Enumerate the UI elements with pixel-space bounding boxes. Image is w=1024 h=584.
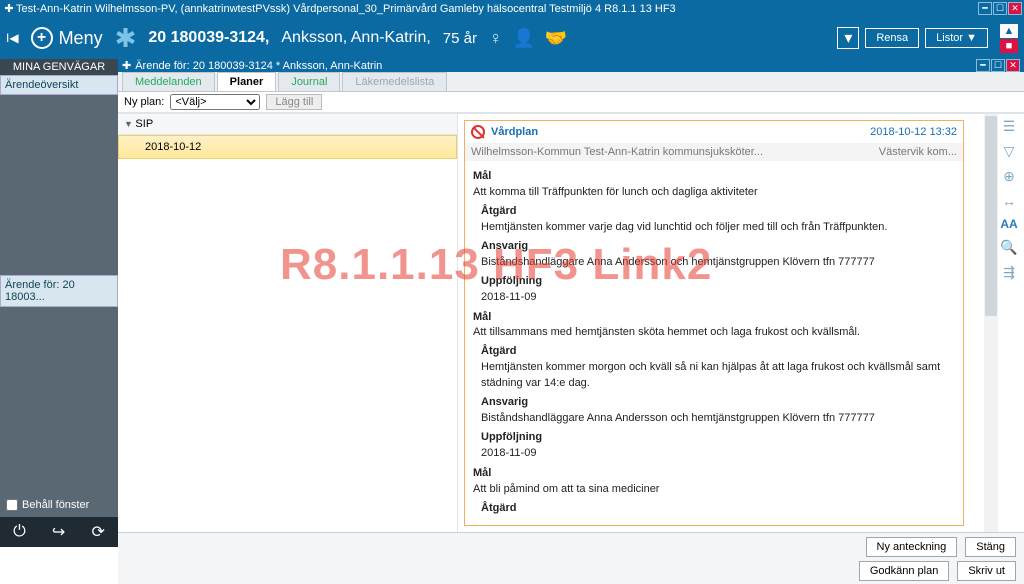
list-icon[interactable]: ☰ — [1003, 118, 1016, 135]
refresh-icon[interactable]: ⟳ — [91, 522, 104, 542]
footer-buttons: Ny anteckning Stäng Godkänn plan Skriv u… — [118, 532, 1024, 584]
flag-icon[interactable]: ⇶ — [1003, 264, 1015, 281]
goal1-action: Hemtjänsten kommer varje dag vid lunchti… — [481, 220, 955, 236]
patient-name: Anksson, Ann-Katrin, — [281, 29, 430, 47]
filter-icon[interactable]: ▽ — [1004, 143, 1015, 160]
vertical-scrollbar[interactable] — [984, 114, 998, 532]
detail-unit: Västervik kom... — [879, 146, 957, 158]
plan-detail-card: Vårdplan 2018-10-12 13:32 Wilhelmsson-Ko… — [464, 120, 964, 526]
window-minimize[interactable]: ━ — [978, 2, 992, 15]
goal2-text: Att tillsammans med hemtjänsten sköta he… — [473, 325, 955, 341]
tab-medlist: Läkemedelslista — [342, 72, 447, 91]
case-header: ✚ Ärende för: 20 180039-3124 * Anksson, … — [118, 59, 1024, 72]
goal3-text: Att bli påmind om att ta sina mediciner — [473, 482, 955, 498]
tab-plans[interactable]: Planer — [217, 72, 277, 91]
left-sidebar: MINA GENVÄGAR Ärendeöversikt Ärende för:… — [0, 59, 118, 547]
app-icon: ✚ — [2, 2, 16, 15]
target-icon[interactable]: ⊕ — [1003, 168, 1015, 185]
label-goal3: Mål — [473, 466, 955, 482]
print-button[interactable]: Skriv ut — [957, 561, 1016, 581]
patient-id: 20 180039-3124, — [148, 29, 269, 47]
label-followup: Uppföljning — [481, 274, 955, 290]
search-icon[interactable]: 🔍 — [1000, 239, 1017, 256]
main-area: ✚ Ärende för: 20 180039-3124 * Anksson, … — [118, 59, 1024, 547]
case-maximize[interactable]: ☐ — [991, 59, 1005, 72]
detail-body: Mål Att komma till Träffpunkten för lunc… — [465, 161, 963, 525]
label-action2: Åtgärd — [481, 344, 955, 360]
sidebar-bottom-toolbar: ⏻ ↪ ⟳ — [0, 517, 118, 547]
new-plan-select[interactable]: <Välj> — [170, 94, 260, 110]
add-plan-button[interactable]: Lägg till — [266, 94, 322, 110]
handshake-icon[interactable]: 🤝 — [545, 28, 567, 49]
label-responsible2: Ansvarig — [481, 395, 955, 411]
label-followup2: Uppföljning — [481, 430, 955, 446]
detail-author: Wilhelmsson-Kommun Test-Ann-Katrin kommu… — [471, 146, 763, 158]
case-icon: ✚ — [122, 59, 131, 72]
case-close[interactable]: ✕ — [1006, 59, 1020, 72]
menu-label: Meny — [59, 28, 103, 49]
content-area: SIP 2018-10-12 Vårdplan 2018-10-12 13:32… — [118, 113, 1024, 532]
user-card-icon[interactable]: ■ — [1000, 39, 1018, 53]
resize-icon[interactable]: ↔ — [1002, 193, 1016, 209]
user-badge-icon[interactable]: ▲ — [1000, 24, 1018, 38]
plus-icon: + — [31, 27, 53, 49]
case-minimize[interactable]: ━ — [976, 59, 990, 72]
window-title: Test-Ann-Katrin Wilhelmsson-PV, (annkatr… — [16, 3, 978, 15]
top-bar: I◀ + Meny ✱ 20 180039-3124, Anksson, Ann… — [0, 17, 1024, 59]
new-plan-row: Ny plan: <Välj> Lägg till — [118, 92, 1024, 113]
tree-group-sip[interactable]: SIP — [118, 114, 457, 135]
window-close[interactable]: ✕ — [1008, 2, 1022, 15]
label-goal2: Mål — [473, 310, 955, 326]
logout-icon[interactable]: ↪ — [52, 522, 65, 542]
patient-age: 75 år — [443, 30, 477, 47]
label-action3: Åtgärd — [481, 501, 955, 517]
new-plan-label: Ny plan: — [124, 96, 164, 108]
lists-button[interactable]: Listor ▼ — [925, 28, 988, 48]
keep-window-input[interactable] — [6, 499, 18, 511]
main-menu[interactable]: + Meny — [31, 27, 103, 49]
label-responsible: Ansvarig — [481, 239, 955, 255]
restricted-icon — [471, 125, 485, 139]
goal1-responsible: Biståndshandläggare Anna Andersson och h… — [481, 255, 955, 271]
font-icon[interactable]: AA — [1000, 217, 1017, 231]
window-titlebar: ✚ Test-Ann-Katrin Wilhelmsson-PV, (annka… — [0, 0, 1024, 17]
power-icon[interactable]: ⏻ — [13, 523, 26, 541]
scrollbar-thumb[interactable] — [985, 116, 997, 316]
label-goal: Mål — [473, 169, 955, 185]
sidebar-header: MINA GENVÄGAR — [0, 59, 118, 75]
collapse-icon[interactable]: I◀ — [6, 31, 19, 45]
goal2-followup: 2018-11-09 — [481, 446, 955, 462]
dropdown-toggle[interactable]: ▾ — [837, 27, 859, 49]
keep-window-label: Behåll fönster — [22, 499, 89, 511]
tab-journal[interactable]: Journal — [278, 72, 340, 91]
sidebar-item-overview[interactable]: Ärendeöversikt — [0, 75, 118, 95]
goal2-responsible: Biståndshandläggare Anna Andersson och h… — [481, 411, 955, 427]
detail-title: Vårdplan — [491, 126, 538, 138]
clear-button[interactable]: Rensa — [865, 28, 919, 48]
case-title: Ärende för: 20 180039-3124 * Anksson, An… — [135, 60, 382, 72]
detail-datetime: 2018-10-12 13:32 — [870, 126, 957, 138]
tab-bar: Meddelanden Planer Journal Läkemedelslis… — [118, 72, 1024, 92]
plan-tree: SIP 2018-10-12 — [118, 114, 458, 532]
goal1-followup: 2018-11-09 — [481, 290, 955, 306]
goal1-text: Att komma till Träffpunkten för lunch oc… — [473, 185, 955, 201]
sidebar-open-case[interactable]: Ärende för: 20 18003... — [0, 275, 118, 307]
female-icon: ♀ — [489, 28, 503, 49]
tab-messages[interactable]: Meddelanden — [122, 72, 215, 91]
approve-plan-button[interactable]: Godkänn plan — [859, 561, 950, 581]
star-of-life-icon: ✱ — [115, 23, 137, 54]
detail-panel: Vårdplan 2018-10-12 13:32 Wilhelmsson-Ko… — [458, 114, 1024, 532]
tree-leaf-date[interactable]: 2018-10-12 — [118, 135, 457, 159]
label-action: Åtgärd — [481, 204, 955, 220]
person-icon[interactable]: 👤 — [513, 28, 535, 49]
keep-window-checkbox[interactable]: Behåll fönster — [0, 493, 118, 517]
goal2-action: Hemtjänsten kommer morgon och kväll så n… — [481, 360, 955, 392]
right-tool-strip: ☰ ▽ ⊕ ↔ AA 🔍 ⇶ — [998, 118, 1020, 281]
window-maximize[interactable]: ☐ — [993, 2, 1007, 15]
